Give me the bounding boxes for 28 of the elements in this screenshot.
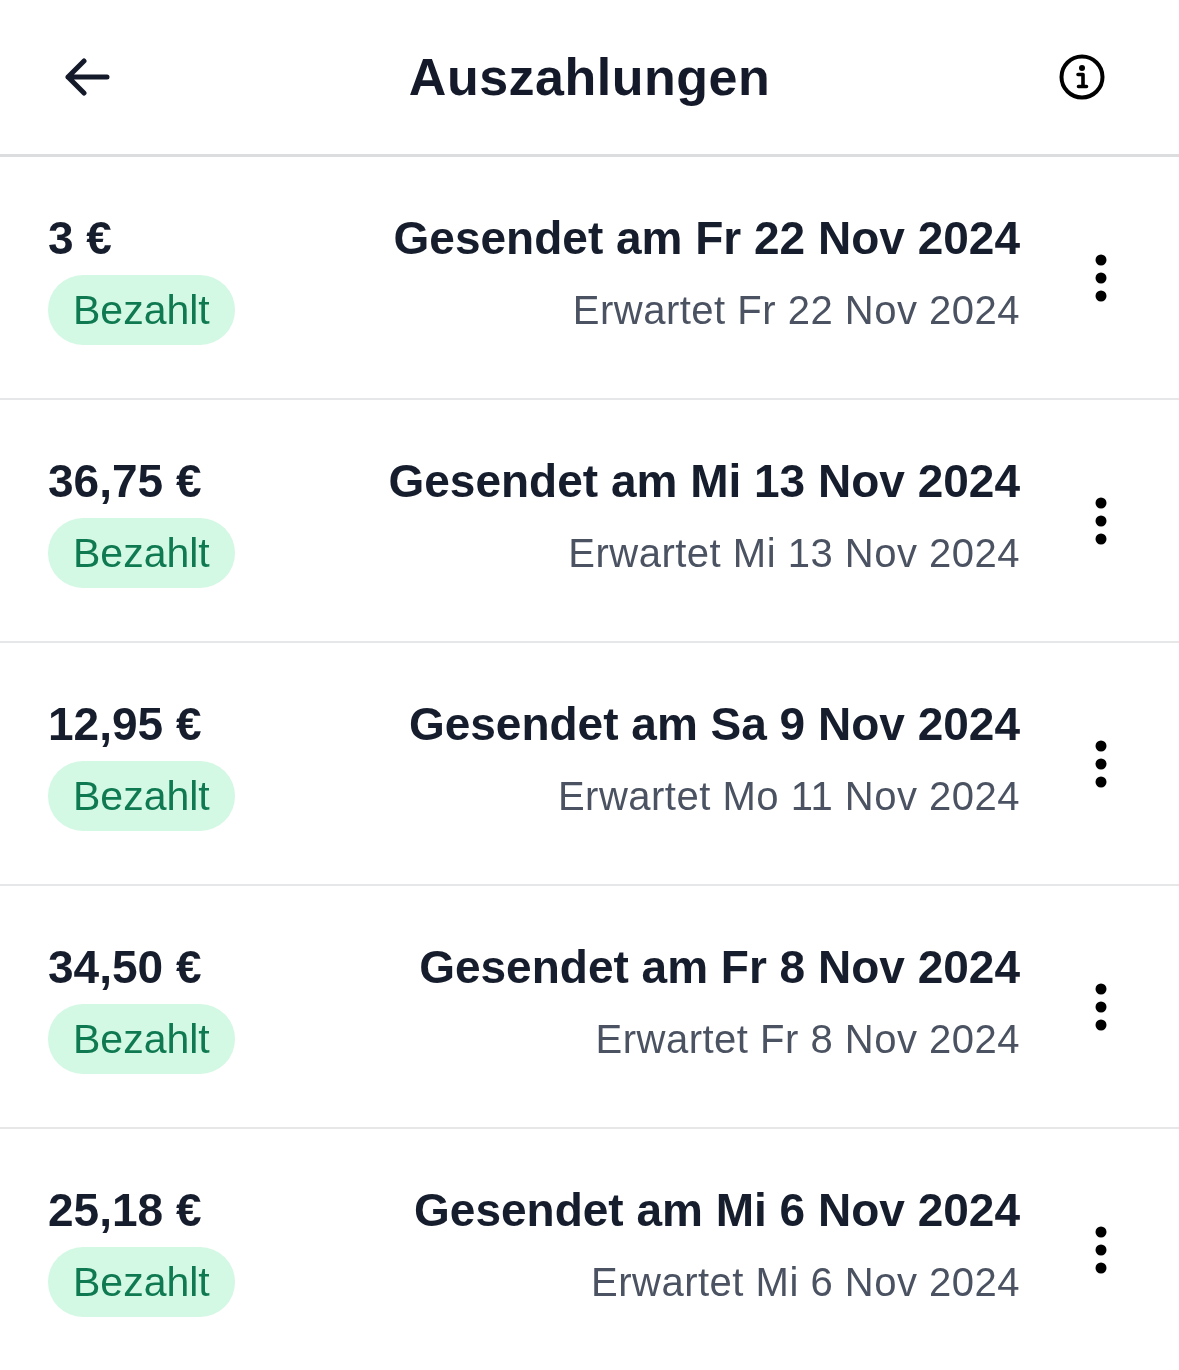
info-icon (1059, 54, 1105, 100)
more-vertical-icon (1095, 739, 1107, 788)
status-badge: Bezahlt (48, 1246, 235, 1317)
sent-date: Gesendet am Sa 9 Nov 2024 (408, 696, 1020, 751)
sent-date: Gesendet am Fr 22 Nov 2024 (393, 210, 1020, 265)
status-badge: Bezahlt (48, 760, 235, 831)
back-arrow-icon (64, 58, 110, 96)
status-badge: Bezahlt (48, 274, 235, 345)
expected-date: Erwartet Fr 8 Nov 2024 (595, 1015, 1020, 1063)
sent-date: Gesendet am Fr 8 Nov 2024 (419, 939, 1020, 994)
more-vertical-icon (1095, 496, 1107, 545)
page-title: Auszahlungen (408, 47, 771, 108)
status-badge: Bezahlt (48, 517, 235, 588)
status-badge: Bezahlt (48, 1003, 235, 1074)
payout-amount: 3 € (48, 210, 112, 265)
more-vertical-icon (1095, 253, 1107, 302)
expected-date: Erwartet Mo 11 Nov 2024 (557, 772, 1020, 820)
more-vertical-icon (1095, 1225, 1107, 1274)
expected-date: Erwartet Mi 13 Nov 2024 (568, 529, 1020, 577)
sent-date: Gesendet am Mi 13 Nov 2024 (388, 453, 1020, 508)
expected-date: Erwartet Mi 6 Nov 2024 (591, 1258, 1020, 1306)
more-vertical-icon (1095, 982, 1107, 1031)
sent-date: Gesendet am Mi 6 Nov 2024 (414, 1182, 1020, 1237)
payout-amount: 12,95 € (48, 696, 202, 751)
payout-amount: 36,75 € (48, 453, 202, 508)
expected-date: Erwartet Fr 22 Nov 2024 (572, 286, 1020, 334)
payout-amount: 25,18 € (48, 1182, 202, 1237)
payout-amount: 34,50 € (48, 939, 202, 994)
